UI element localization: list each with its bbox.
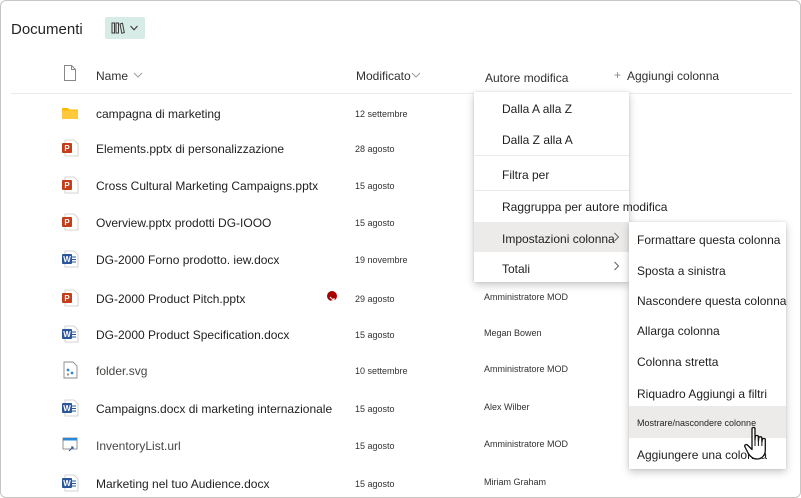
- modified-date: 10 settembre: [355, 366, 408, 376]
- table-row[interactable]: P Cross Cultural Marketing Campaigns.pptx…: [1, 168, 800, 204]
- docx-file-icon: W: [61, 325, 79, 343]
- menu-item-move-left[interactable]: Sposta a sinistra: [629, 253, 786, 284]
- table-row[interactable]: campagna di marketing 12 settembre: [1, 96, 800, 132]
- menu-item-narrow-column[interactable]: Colonna stretta: [629, 345, 786, 376]
- menu-item-label: Impostazioni colonna: [502, 232, 615, 246]
- hand-pointer-icon: [744, 426, 766, 460]
- modified-by[interactable]: Megan Bowen: [484, 328, 542, 338]
- menu-item-label: Dalla A alla Z: [502, 102, 573, 116]
- chevron-down-icon[interactable]: [411, 71, 421, 79]
- file-name-link[interactable]: DG-2000 Forno prodotto. iew.docx: [96, 253, 279, 267]
- library-icon: [111, 22, 125, 34]
- modified-date: 15 agosto: [355, 218, 395, 228]
- menu-item-widen-column[interactable]: Allarga colonna: [629, 314, 786, 345]
- menu-item-label: Totali: [502, 262, 531, 276]
- menu-item-label: Sposta a sinistra: [637, 264, 726, 278]
- docx-file-icon: W: [61, 399, 79, 417]
- menu-item-group-by[interactable]: Raggruppa per autore modifica: [474, 192, 667, 222]
- file-name-link[interactable]: campagna di marketing: [96, 107, 221, 121]
- add-column-button[interactable]: Aggiungi colonna: [627, 69, 719, 83]
- menu-item-label: Filtra per: [502, 168, 550, 182]
- table-row[interactable]: P Elements.pptx di personalizzazione 28 ag…: [1, 131, 800, 167]
- library-title: Documenti: [11, 21, 83, 38]
- file-name-link[interactable]: Overview.pptx prodotti DG-IOOO: [96, 216, 271, 230]
- status-badge: [327, 291, 337, 302]
- chevron-right-icon: [614, 261, 620, 271]
- plus-icon: +: [614, 68, 622, 82]
- pptx-file-icon: P: [61, 213, 79, 231]
- chevron-right-icon: [614, 232, 620, 242]
- menu-item-label: Nascondere questa colonna: [637, 294, 787, 308]
- svg-text:P: P: [64, 181, 70, 190]
- file-type-icon[interactable]: [63, 65, 77, 81]
- menu-item-label: Riquadro Aggiungi a filtri: [637, 387, 768, 401]
- file-name-link[interactable]: folder.svg: [96, 364, 147, 378]
- modified-date: 28 agosto: [355, 144, 395, 154]
- menu-item-column-settings[interactable]: Impostazioni colonna: [474, 222, 629, 252]
- view-switcher-button[interactable]: [105, 17, 145, 39]
- modified-date: 15 agosto: [355, 441, 395, 451]
- svg-text:P: P: [64, 144, 70, 153]
- chevron-down-icon[interactable]: [133, 71, 143, 79]
- menu-item-sort-az[interactable]: Dalla A alla Z: [474, 92, 629, 123]
- menu-item-label: Raggruppa per autore modifica: [502, 200, 668, 214]
- svg-text:W: W: [63, 255, 71, 264]
- menu-item-sort-za[interactable]: Dalla Z alla A: [474, 123, 629, 154]
- folder-icon: [61, 104, 79, 122]
- file-name-link[interactable]: Campaigns.docx di marketing internaziona…: [96, 402, 332, 416]
- chevron-down-icon: [130, 25, 138, 31]
- modified-date: 29 agosto: [355, 294, 395, 304]
- modified-date: 15 agosto: [355, 404, 395, 414]
- modified-date: 15 agosto: [355, 181, 395, 191]
- pptx-file-icon: P: [61, 176, 79, 194]
- svg-text:P: P: [64, 218, 70, 227]
- file-name-link[interactable]: DG-2000 Product Specification.docx: [96, 328, 289, 342]
- modified-date: 19 novembre: [355, 255, 408, 265]
- pptx-file-icon: P: [61, 139, 79, 157]
- menu-item-label: Formattare questa colonna: [637, 233, 781, 247]
- modified-by[interactable]: Amministratore MOD: [484, 439, 568, 449]
- modified-date: 15 agosto: [355, 479, 395, 489]
- file-name-link[interactable]: Elements.pptx di personalizzazione: [96, 142, 284, 156]
- header-divider: [11, 93, 792, 94]
- menu-item-totals[interactable]: Totali: [474, 252, 629, 282]
- docx-file-icon: W: [61, 474, 79, 492]
- document-library: Documenti Name Modificato Autore modific…: [0, 0, 801, 498]
- menu-item-hide-column[interactable]: Nascondere questa colonna: [629, 284, 786, 314]
- menu-item-format-column[interactable]: Formattare questa colonna: [629, 222, 786, 253]
- column-header-modified[interactable]: Modificato: [356, 69, 411, 83]
- column-menu: Dalla A alla Z Dalla Z alla A Filtra per…: [474, 92, 667, 282]
- svg-text:W: W: [63, 404, 71, 413]
- menu-separator: [474, 155, 629, 156]
- url-file-icon: [61, 436, 79, 454]
- menu-item-label: Dalla Z alla A: [502, 133, 573, 147]
- menu-item-filter[interactable]: Filtra per: [474, 158, 629, 190]
- modified-by[interactable]: Alex Wilber: [484, 402, 530, 412]
- svg-file-icon: [61, 361, 79, 379]
- table-row[interactable]: W Marketing nel tuo Audience.docx 15 agost…: [1, 466, 800, 497]
- menu-item-label: Allarga colonna: [637, 324, 720, 338]
- modified-by[interactable]: Amministratore MOD: [484, 364, 568, 374]
- docx-file-icon: W: [61, 250, 79, 268]
- file-name-link[interactable]: DG-2000 Product Pitch.pptx: [96, 292, 245, 306]
- column-header-row: Name Modificato Autore modifica + Aggiun…: [1, 61, 800, 93]
- menu-item-filter-pane[interactable]: Riquadro Aggiungi a filtri: [629, 376, 786, 406]
- modified-by[interactable]: Amministratore MOD: [484, 292, 568, 302]
- file-name-link[interactable]: Marketing nel tuo Audience.docx: [96, 477, 269, 491]
- file-name-link[interactable]: Cross Cultural Marketing Campaigns.pptx: [96, 179, 318, 193]
- modified-date: 12 settembre: [355, 109, 408, 119]
- file-name-link[interactable]: InventoryList.url: [96, 439, 181, 453]
- modified-by[interactable]: Miriam Graham: [484, 477, 546, 487]
- svg-text:P: P: [64, 294, 70, 303]
- column-header-author[interactable]: Autore modifica: [485, 71, 568, 85]
- pptx-file-icon: P: [61, 289, 79, 307]
- menu-separator: [474, 190, 629, 191]
- menu-item-label: Mostrare/nascondere colonne: [637, 418, 757, 428]
- svg-text:W: W: [63, 330, 71, 339]
- column-header-name[interactable]: Name: [96, 69, 128, 83]
- menu-item-label: Colonna stretta: [637, 355, 719, 369]
- svg-text:W: W: [63, 479, 71, 488]
- modified-date: 15 agosto: [355, 330, 395, 340]
